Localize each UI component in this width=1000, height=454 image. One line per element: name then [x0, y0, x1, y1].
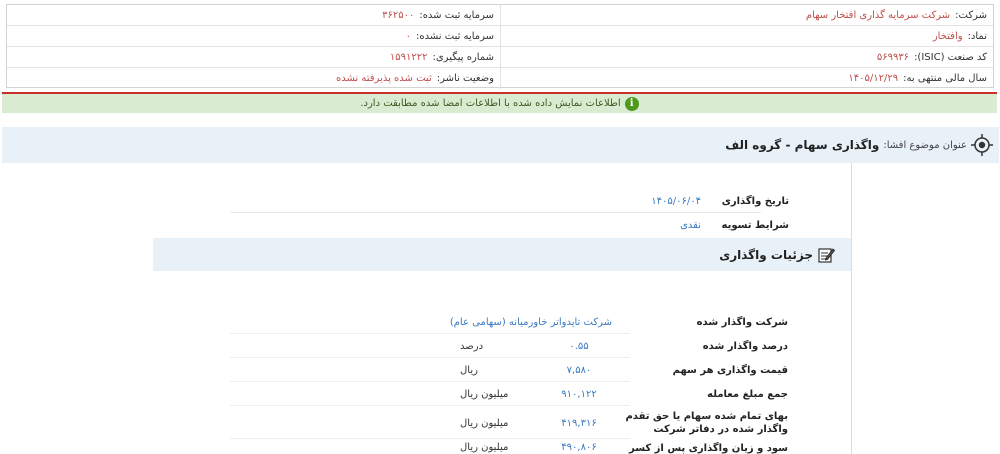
transfer-date-label: تاریخ واگذاری — [721, 195, 789, 207]
divider — [230, 357, 630, 358]
symbol-cell: نماد: وافتخار — [500, 26, 993, 46]
detail-label: قیمت واگذاری هر سهم — [672, 364, 788, 376]
info-row: نماد: وافتخار سرمایه ثبت نشده: ۰ — [7, 26, 993, 47]
unregistered-capital-value: ۰ — [405, 30, 412, 42]
tracking-label: شماره پیگیری: — [432, 51, 494, 63]
alert-text: اطلاعات نمایش داده شده با اطلاعات امضا ش… — [360, 98, 621, 109]
edit-document-icon — [818, 247, 835, 263]
symbol-label: نماد: — [967, 30, 987, 42]
detail-label: بهای تمام شده سهام یا حق تقدم واگذار شده… — [625, 411, 788, 435]
page-title: واگذاری سهام - گروه الف — [725, 138, 880, 152]
info-row: شرکت: شرکت سرمایه گذاری افتخار سهام سرما… — [7, 5, 993, 26]
detail-row: قیمت واگذاری هر سهم ۷,۵۸۰ ریال — [150, 359, 852, 381]
detail-row: سود و زیان واگذاری پس از کسر مخارج انتقا… — [150, 442, 852, 454]
detail-label: جمع مبلغ معامله — [707, 388, 788, 400]
info-row: سال مالی منتهی به: ۱۴۰۵/۱۲/۲۹ وضعیت ناشر… — [7, 68, 993, 89]
transfer-date-row: تاریخ واگذاری ۱۴۰۵/۰۶/۰۴ — [651, 192, 789, 210]
isic-cell: کد صنعت (ISIC): ۵۶۹۹۳۶ — [500, 47, 993, 67]
detail-value: ۹۱۰,۱۲۲ — [561, 388, 597, 400]
isic-value: ۵۶۹۹۳۶ — [876, 51, 910, 63]
detail-value: شرکت تایدواتر خاورمیانه (سهامی عام) — [449, 316, 612, 328]
detail-value: ۰.۵۵ — [569, 340, 589, 352]
detail-label: درصد واگذار شده — [702, 340, 788, 352]
unregistered-capital-cell: سرمایه ثبت نشده: ۰ — [7, 26, 500, 46]
symbol-value[interactable]: وافتخار — [933, 31, 963, 42]
details-section-header: جزئیات واگذاری — [153, 238, 851, 271]
info-row: کد صنعت (ISIC): ۵۶۹۹۳۶ شماره پیگیری: ۱۵۹… — [7, 47, 993, 68]
transfer-date-value: ۱۴۰۵/۰۶/۰۴ — [651, 195, 701, 207]
registered-capital-label: سرمایه ثبت شده: — [419, 9, 494, 21]
settlement-row: شرایط تسویه نقدی — [680, 216, 789, 234]
registered-capital-value: ۳۶۲۵۰۰ — [382, 9, 415, 21]
company-label: شرکت: — [955, 9, 987, 21]
registered-capital-cell: سرمایه ثبت شده: ۳۶۲۵۰۰ — [7, 5, 500, 25]
settlement-label: شرایط تسویه — [721, 219, 789, 231]
unregistered-capital-label: سرمایه ثبت نشده: — [416, 30, 494, 42]
detail-row: شرکت واگذار شده شرکت تایدواتر خاورمیانه … — [150, 311, 852, 333]
detail-unit: میلیون ریال — [460, 388, 509, 400]
detail-row: بهای تمام شده سهام یا حق تقدم واگذار شده… — [150, 410, 852, 436]
publisher-status-label: وضعیت ناشر: — [436, 73, 494, 84]
divider — [230, 381, 630, 382]
info-icon: i — [624, 96, 639, 111]
detail-value: ۴۹۰,۸۰۶ — [561, 442, 597, 453]
publisher-status-value: ثبت شده پذیرفته نشده — [336, 73, 432, 84]
fiscal-year-cell: سال مالی منتهی به: ۱۴۰۵/۱۲/۲۹ — [500, 68, 993, 89]
settlement-value: نقدی — [680, 219, 701, 231]
company-cell: شرکت: شرکت سرمایه گذاری افتخار سهام — [500, 5, 993, 25]
divider — [230, 405, 630, 406]
tracking-cell: شماره پیگیری: ۱۵۹۱۲۲۲ — [7, 47, 500, 67]
fiscal-year-value: ۱۴۰۵/۱۲/۲۹ — [848, 73, 899, 84]
disclosure-title-bar: عنوان موضوع افشا: واگذاری سهام - گروه ال… — [2, 127, 999, 163]
divider — [230, 438, 630, 439]
subject-label: عنوان موضوع افشا: — [883, 139, 967, 151]
company-info-table: شرکت: شرکت سرمایه گذاری افتخار سهام سرما… — [6, 4, 994, 89]
detail-unit: میلیون ریال — [460, 417, 509, 429]
details-section-title: جزئیات واگذاری — [719, 247, 813, 262]
detail-value: ۴۱۹,۳۱۶ — [561, 417, 597, 429]
publisher-status-cell: وضعیت ناشر: ثبت شده پذیرفته نشده — [7, 68, 500, 89]
isic-label: کد صنعت (ISIC): — [914, 51, 987, 63]
detail-unit: درصد — [460, 340, 484, 352]
company-value[interactable]: شرکت سرمایه گذاری افتخار سهام — [806, 10, 950, 21]
detail-row: درصد واگذار شده ۰.۵۵ درصد — [150, 335, 852, 357]
tracking-value: ۱۵۹۱۲۲۲ — [389, 51, 428, 63]
verification-alert: i اطلاعات نمایش داده شده با اطلاعات امضا… — [2, 92, 997, 113]
detail-row: جمع مبلغ معامله ۹۱۰,۱۲۲ میلیون ریال — [150, 383, 852, 405]
fiscal-year-label: سال مالی منتهی به: — [903, 73, 987, 84]
detail-label: سود و زیان واگذاری پس از کسر مخارج انتقا… — [628, 443, 788, 454]
divider — [230, 212, 761, 213]
divider — [230, 333, 630, 334]
target-icon — [971, 134, 993, 156]
detail-label: شرکت واگذار شده — [696, 316, 788, 328]
detail-unit: ریال — [460, 364, 478, 376]
detail-unit: میلیون ریال — [460, 442, 509, 453]
detail-value: ۷,۵۸۰ — [566, 364, 592, 376]
